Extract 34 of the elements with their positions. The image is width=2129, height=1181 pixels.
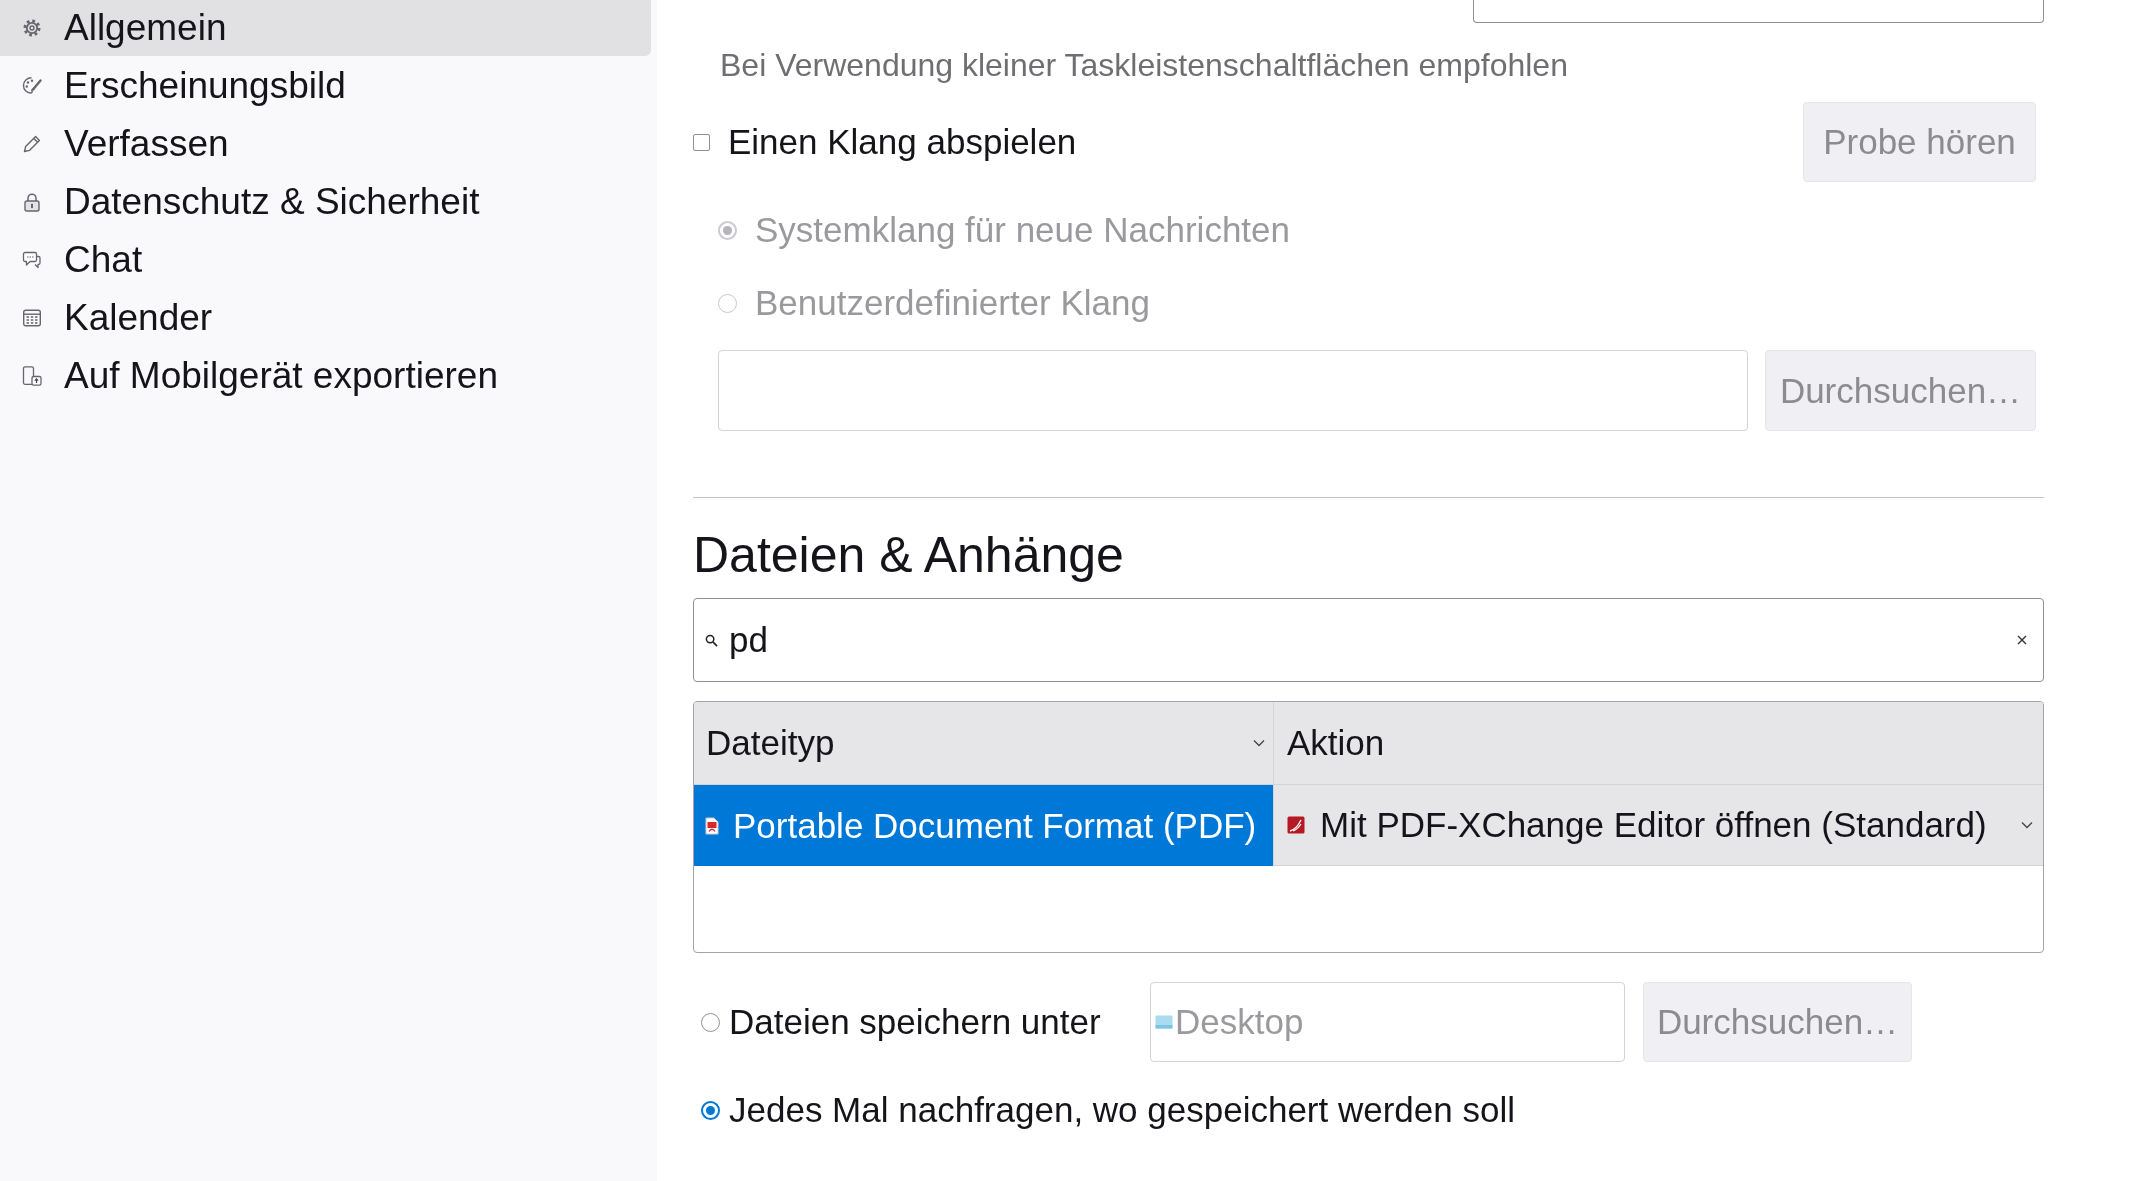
- section-heading: Dateien & Anhänge: [693, 526, 1125, 585]
- sidebar-item[interactable]: Datenschutz & Sicherheit: [0, 174, 651, 230]
- checkbox[interactable]: [693, 133, 710, 151]
- column-header[interactable]: Dateityp: [694, 702, 1273, 784]
- sidebar-item[interactable]: Chat: [0, 232, 651, 288]
- palette-icon: [22, 76, 42, 96]
- sidebar-item[interactable]: Verfassen: [0, 116, 651, 172]
- checkbox-label[interactable]: Einen Klang abspielen: [728, 120, 1077, 164]
- radio-button[interactable]: [701, 1012, 720, 1032]
- table-cell[interactable]: Portable Document Format (PDF): [694, 785, 1273, 866]
- device-upload-icon: [22, 366, 42, 386]
- gear-icon: [22, 18, 42, 38]
- pdf-app-icon: [1287, 816, 1305, 834]
- hint-text: Bei Verwendung kleiner Taskleistenschaltflächen empfohlen: [719, 46, 1569, 85]
- sidebar-item[interactable]: Auf Mobilgerät exportieren: [0, 348, 651, 404]
- pencil-icon: [22, 134, 42, 154]
- lock-icon: [22, 192, 42, 212]
- caret-icon: [2021, 821, 2033, 829]
- close-icon[interactable]: [2017, 635, 2027, 645]
- pdf-file-icon: [705, 816, 719, 835]
- radio-label[interactable]: Jedes Mal nachfragen, wo gespeichert werden soll: [729, 1088, 1515, 1132]
- sidebar-item[interactable]: Allgemein: [0, 0, 651, 56]
- input-field[interactable]: [1473, 0, 2044, 23]
- search-field[interactable]: pd: [693, 598, 2044, 682]
- sidebar-item[interactable]: Kalender: [0, 290, 651, 346]
- calendar-icon: [22, 308, 42, 328]
- chat-icon: [22, 250, 42, 270]
- search-icon: [705, 633, 718, 647]
- desktop-icon: [1155, 1015, 1173, 1029]
- sidebar-item[interactable]: Erscheinungsbild: [0, 58, 651, 114]
- column-header[interactable]: Aktion: [1273, 702, 2043, 784]
- radio-label[interactable]: Dateien speichern unter: [729, 1000, 1116, 1044]
- radio-button[interactable]: [701, 1100, 720, 1120]
- action-dropdown[interactable]: Mit PDF-XChange Editor öffnen (Standard): [1273, 785, 2043, 866]
